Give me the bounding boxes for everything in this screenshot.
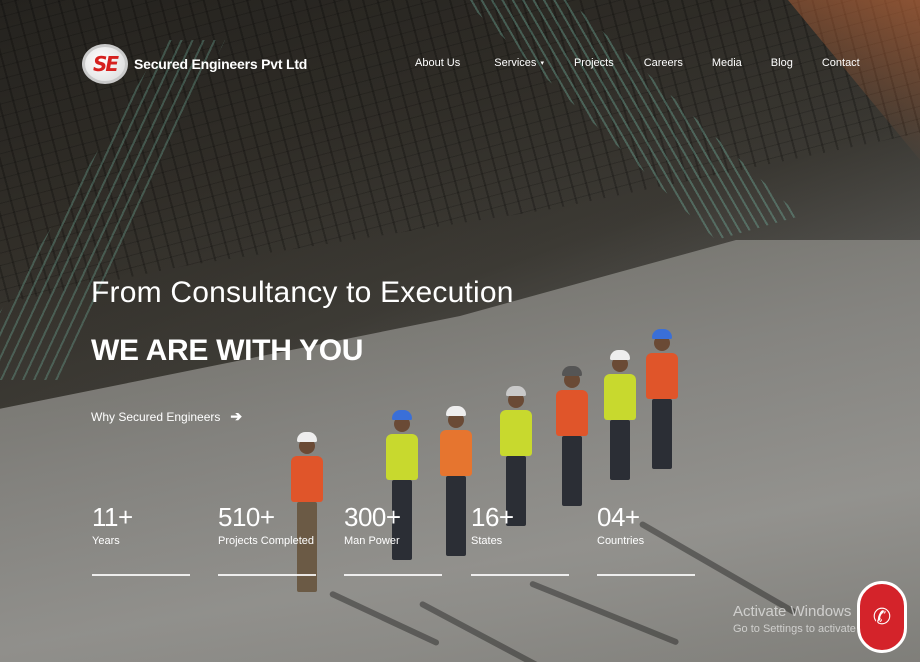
stat-value: 300+ (344, 502, 401, 532)
chevron-down-icon: ▾ (540, 60, 544, 67)
nav-blog[interactable]: Blog (771, 57, 793, 69)
stat-divider (92, 574, 190, 576)
worker-figure (644, 329, 680, 469)
main-nav: About Us Services ▾ Projects Careers Med… (415, 57, 860, 69)
site-header: SE Secured Engineers Pvt Ltd About Us Se… (0, 0, 920, 110)
stat-divider (471, 574, 569, 576)
worker-shadow (328, 590, 441, 647)
stat-label: Years (92, 535, 120, 547)
nav-projects[interactable]: Projects (574, 57, 614, 69)
logo-mark-icon: SE (82, 44, 128, 84)
stat-label: Projects Completed (218, 535, 314, 547)
hero-link-label: Why Secured Engineers (91, 409, 221, 424)
hero-title: From Consultancy to Execution (91, 276, 514, 309)
worker-shadow (528, 580, 680, 646)
stat-label: Man Power (344, 535, 400, 547)
stat-divider (344, 574, 442, 576)
hero-subtitle: WE ARE WITH YOU (91, 334, 364, 367)
nav-services[interactable]: Services ▾ (494, 57, 544, 69)
stat-projects: 510+ Projects Completed (218, 502, 316, 576)
stat-value: 11+ (92, 502, 133, 532)
nav-contact[interactable]: Contact (822, 57, 860, 69)
stat-label: Countries (597, 535, 645, 547)
stat-years: 11+ Years (92, 502, 190, 576)
worker-figure (554, 366, 590, 506)
stat-divider (218, 574, 316, 576)
nav-media[interactable]: Media (712, 57, 742, 69)
brand-name: Secured Engineers Pvt Ltd (134, 56, 308, 72)
arrow-right-icon: ➔ (230, 408, 243, 424)
logo-mark-text: SE (92, 52, 119, 76)
brand-logo[interactable]: SE Secured Engineers Pvt Ltd (82, 44, 307, 84)
stat-value: 16+ (471, 502, 514, 532)
nav-services-label: Services (494, 57, 537, 69)
stat-states: 16+ States (471, 502, 569, 576)
worker-figure (602, 350, 638, 480)
nav-careers[interactable]: Careers (644, 57, 683, 69)
nav-about-us[interactable]: About Us (415, 57, 460, 69)
stat-value: 04+ (597, 502, 640, 532)
call-button[interactable]: ✆ (857, 581, 907, 653)
worker-figure (438, 406, 474, 556)
stat-label: States (471, 535, 503, 547)
stat-countries: 04+ Countries (597, 502, 695, 576)
why-secured-engineers-link[interactable]: Why Secured Engineers ➔ (91, 408, 242, 425)
stat-divider (597, 574, 695, 576)
worker-shadow (418, 600, 546, 662)
stat-man-power: 300+ Man Power (344, 502, 442, 576)
stat-value: 510+ (218, 502, 275, 532)
phone-icon: ✆ (872, 604, 892, 629)
